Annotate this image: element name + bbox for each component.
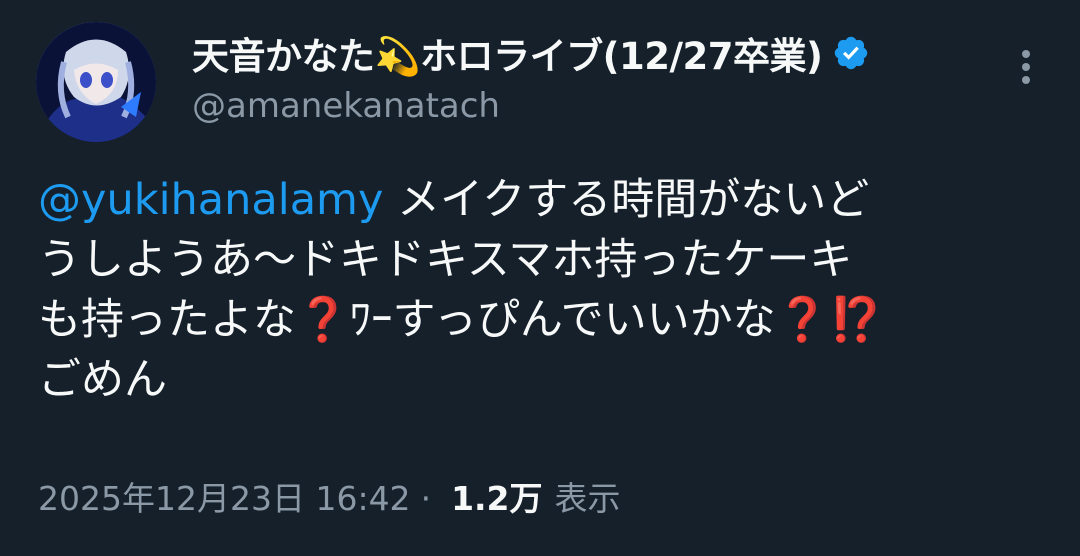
tweet-line-3b: ﾜｰすっぴんでいいかな xyxy=(349,295,776,345)
avatar[interactable] xyxy=(36,22,156,142)
tweet-line-1: @yukihanalamy メイクする時間がないど xyxy=(38,170,1048,230)
display-name[interactable]: 天音かなた💫ホロライブ(12/27卒業) xyxy=(192,26,823,80)
verified-badge-icon[interactable] xyxy=(832,34,870,72)
mention-link[interactable]: @yukihanalamy xyxy=(38,175,383,225)
tweet-line-1-text: メイクする時間がないど xyxy=(383,175,870,225)
exclamation-question-emoji: ❓⁉️ xyxy=(775,295,883,345)
tweet-meta: 2025年12月23日 16:42 · 1.2万 表示 xyxy=(38,472,621,520)
author-name-row: 天音かなた💫ホロライブ(12/27卒業) xyxy=(192,26,870,80)
timestamp[interactable]: 2025年12月23日 16:42 xyxy=(38,472,411,520)
views-label[interactable]: 表示 xyxy=(555,472,621,520)
tweet-line-2: うしようあ～ドキドキスマホ持ったケーキ xyxy=(38,235,853,285)
tweet-text: @yukihanalamy メイクする時間がないど うしようあ～ドキドキスマホ持… xyxy=(38,170,1048,410)
tweet-line-4: ごめん xyxy=(38,355,167,405)
meta-separator: · xyxy=(420,479,432,518)
tweet-line-3: も持ったよな❓ﾜｰすっぴんでいいかな❓⁉️ xyxy=(38,290,1048,350)
more-options-icon[interactable] xyxy=(1020,50,1032,86)
author-handle[interactable]: @amanekanatach xyxy=(192,86,500,126)
question-emoji: ❓ xyxy=(296,295,350,345)
tweet-line-3a: も持ったよな xyxy=(38,295,296,345)
views-count[interactable]: 1.2万 xyxy=(451,472,542,520)
